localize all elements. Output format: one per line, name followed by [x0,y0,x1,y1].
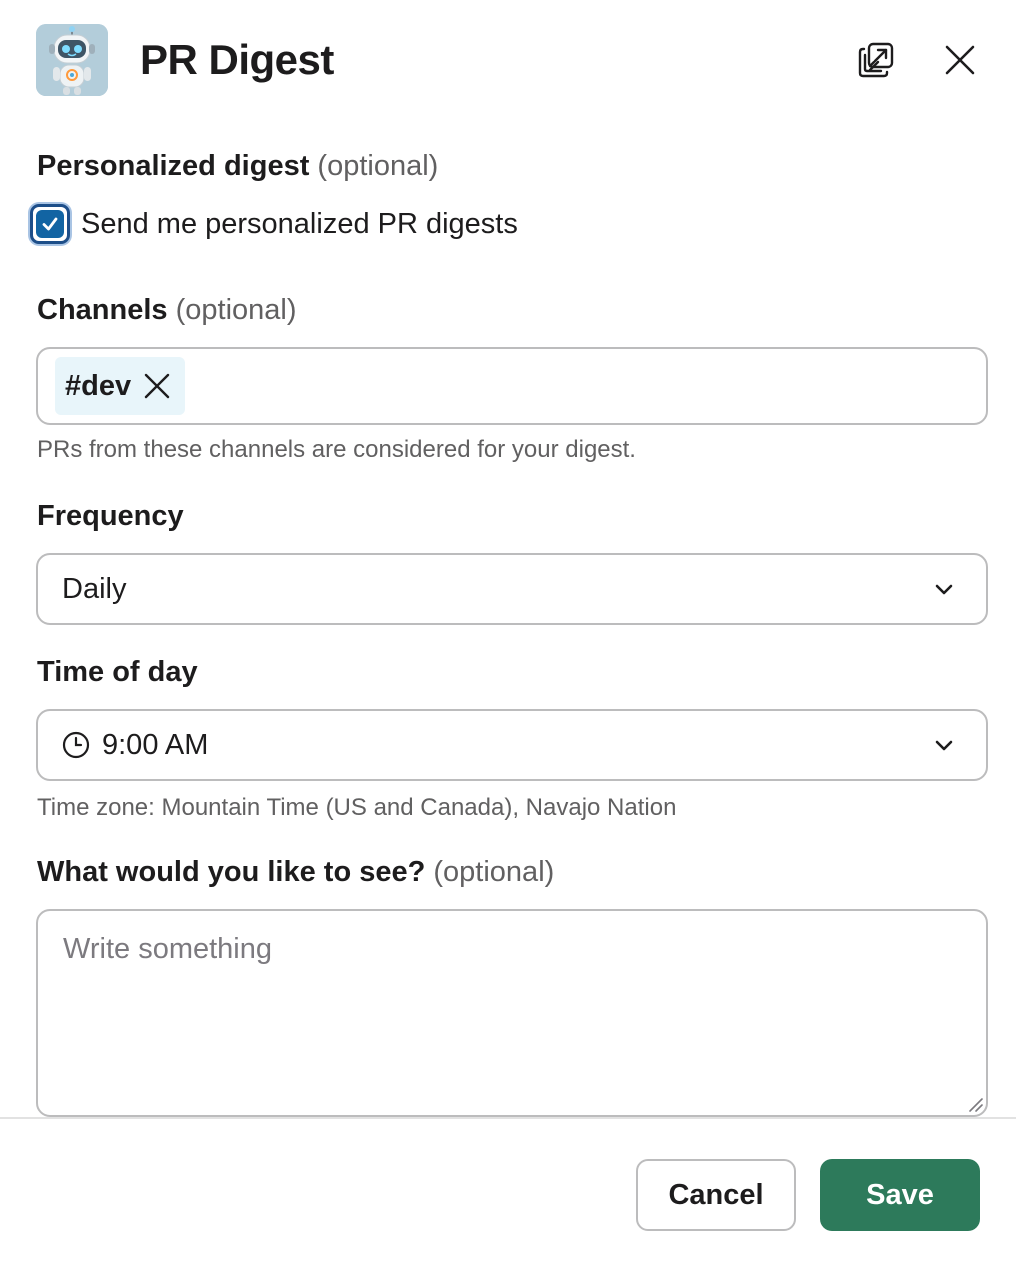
channels-multiselect[interactable]: #dev [36,347,988,425]
personalized-digest-label: Personalized digest (optional) [37,150,438,183]
modal-header: PR Digest [0,0,1016,120]
optional-text: (optional) [317,150,439,182]
channels-help-text: PRs from these channels are considered f… [37,436,636,463]
cancel-button[interactable]: Cancel [636,1159,796,1231]
frequency-select[interactable]: Daily [36,553,988,625]
channel-chip-label: #dev [65,369,132,402]
resize-handle-icon[interactable] [966,1095,984,1113]
label-text: Channels [37,294,168,326]
robot-avatar-icon [36,24,108,96]
popout-windows-icon [857,41,895,79]
popout-button[interactable] [850,34,902,86]
channel-chip: #dev [55,357,185,415]
close-icon [945,45,975,75]
optional-text: (optional) [433,856,555,888]
frequency-label: Frequency [37,500,184,532]
remove-chip-icon[interactable] [143,372,171,400]
checkbox-label[interactable]: Send me personalized PR digests [81,208,518,241]
optional-text: (optional) [175,294,297,326]
personalized-digest-checkbox[interactable] [30,204,70,244]
notes-label: What would you like to see? (optional) [37,856,554,889]
checkmark-icon [36,210,64,238]
label-text: Personalized digest [37,150,310,182]
frequency-value: Daily [62,572,127,605]
footer-divider [0,1117,1016,1119]
time-of-day-select[interactable]: 9:00 AM [36,709,988,781]
chevron-down-icon [932,577,956,601]
save-button[interactable]: Save [820,1159,980,1231]
notes-textarea[interactable]: Write something [36,909,988,1117]
channels-label: Channels (optional) [37,294,297,327]
close-button[interactable] [934,34,986,86]
label-text: What would you like to see? [37,856,426,888]
notes-placeholder: Write something [63,933,272,965]
time-of-day-label: Time of day [37,656,198,688]
modal-title: PR Digest [140,36,334,83]
clock-icon [62,731,90,759]
chevron-down-icon [932,733,956,757]
timezone-help-text: Time zone: Mountain Time (US and Canada)… [37,794,677,821]
pr-digest-modal: PR Digest Personalized digest (optional)… [0,0,1016,1262]
time-of-day-value: 9:00 AM [102,728,209,761]
personalized-digest-option[interactable]: Send me personalized PR digests [30,203,518,245]
